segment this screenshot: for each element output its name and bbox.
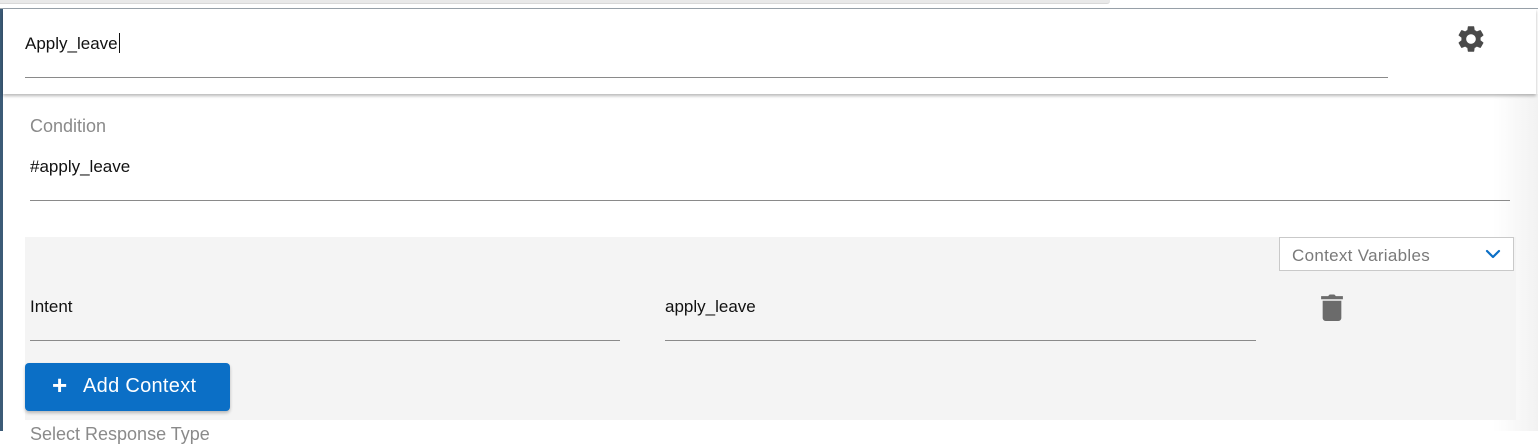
condition-input[interactable]: #apply_leave bbox=[30, 157, 130, 177]
trash-icon[interactable] bbox=[1321, 293, 1343, 321]
node-name-input[interactable]: Apply_leave bbox=[25, 33, 120, 54]
context-variables-dropdown[interactable]: Context Variables bbox=[1279, 237, 1514, 271]
gear-icon[interactable] bbox=[1455, 23, 1487, 55]
add-context-button[interactable]: + Add Context bbox=[25, 363, 230, 411]
context-panel: Context Variables Intent apply_leave + A… bbox=[25, 237, 1516, 420]
condition-label: Condition bbox=[30, 116, 107, 136]
context-value-underline bbox=[665, 340, 1256, 341]
context-value-input[interactable]: apply_leave bbox=[665, 297, 756, 317]
context-key-input[interactable]: Intent bbox=[30, 297, 73, 317]
add-context-label: Add Context bbox=[83, 375, 197, 397]
context-variables-label: Context Variables bbox=[1292, 246, 1431, 265]
response-type-label: Select Response Type bbox=[30, 424, 210, 444]
horizontal-scrollbar[interactable] bbox=[0, 0, 1110, 4]
context-key-underline bbox=[30, 340, 620, 341]
condition-underline bbox=[30, 200, 1510, 201]
plus-icon: + bbox=[52, 370, 68, 400]
node-header: Apply_leave bbox=[3, 9, 1536, 94]
node-name-value: Apply_leave bbox=[25, 34, 118, 53]
node-body: Condition #apply_leave Context Variables… bbox=[3, 94, 1538, 444]
window-top-strip bbox=[0, 0, 1538, 9]
text-caret bbox=[118, 33, 120, 53]
node-name-underline bbox=[25, 77, 1388, 78]
chevron-down-icon bbox=[1485, 249, 1501, 259]
